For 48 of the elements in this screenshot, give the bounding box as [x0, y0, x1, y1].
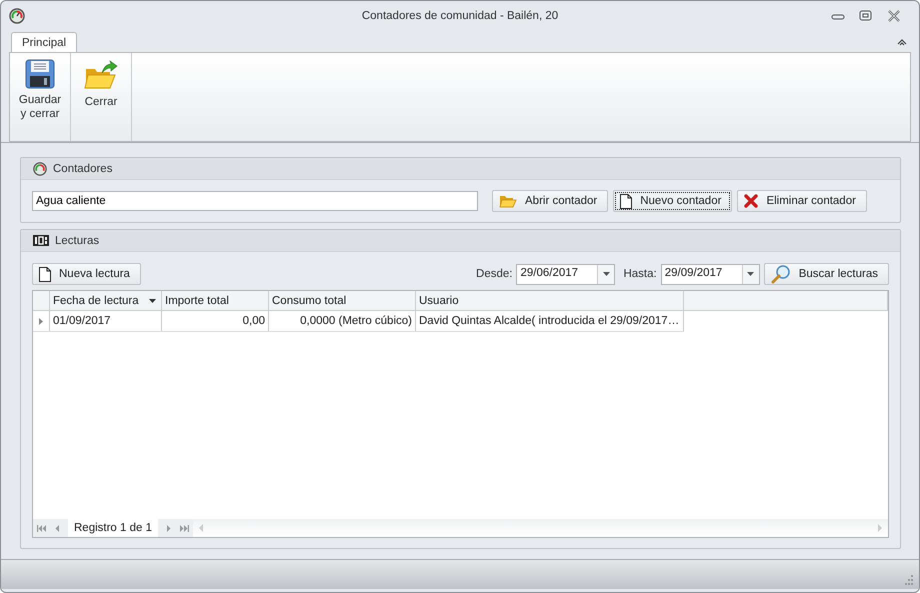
search-readings-button[interactable]: Buscar lecturas — [764, 263, 889, 285]
new-reading-button[interactable]: Nueva lectura — [32, 263, 141, 285]
table-cell: 0,00 — [162, 311, 269, 331]
delete-icon — [744, 194, 758, 208]
counter-icon — [33, 235, 49, 246]
first-record-icon[interactable] — [37, 524, 47, 532]
column-header[interactable]: Consumo total — [269, 291, 416, 310]
table-cell: 01/09/2017 — [50, 311, 162, 331]
window-title: Contadores de comunidad - Bailén, 20 — [362, 10, 558, 22]
scroll-right-icon[interactable] — [877, 524, 882, 532]
meter-name-field[interactable]: Agua caliente — [32, 191, 478, 211]
dropdown-icon[interactable] — [602, 272, 610, 276]
resize-grip-icon[interactable] — [903, 575, 913, 585]
blank-document-icon — [39, 266, 51, 282]
gauge-icon — [9, 8, 25, 24]
to-label: Hasta: — [623, 268, 657, 280]
delete-meter-button[interactable]: Eliminar contador — [737, 190, 867, 212]
column-header[interactable]: Usuario — [416, 291, 684, 310]
record-counter: Registro 1 de 1 — [68, 519, 158, 537]
from-date-field[interactable]: 29/06/2017 — [516, 264, 616, 284]
collapse-icon[interactable] — [897, 38, 907, 46]
save-and-close-button[interactable]: Guardar y cerrar — [12, 57, 68, 137]
close-icon[interactable] — [887, 10, 901, 22]
table-cell: 0,0000 (Metro cúbico) — [269, 311, 416, 331]
previous-record-icon[interactable] — [55, 524, 60, 532]
folder-icon — [499, 194, 517, 208]
search-icon — [770, 264, 791, 284]
to-date-field[interactable]: 29/09/2017 — [660, 264, 760, 284]
column-header[interactable]: Importe total — [162, 291, 269, 310]
panel-title: Lecturas — [55, 234, 100, 246]
table-cell: David Quintas Alcalde( introducida el 29/09/2017… — [416, 311, 684, 331]
dropdown-icon[interactable] — [747, 272, 754, 276]
column-header[interactable]: Fecha de lectura — [50, 291, 162, 310]
maximize-icon[interactable] — [859, 10, 873, 22]
from-label: Desde: — [476, 268, 512, 280]
panel-title: Contadores — [53, 162, 112, 174]
folder-arrow-icon — [84, 59, 118, 91]
gauge-icon — [33, 162, 47, 176]
last-record-icon[interactable] — [179, 524, 189, 532]
blank-document-icon — [620, 194, 632, 208]
scroll-left-icon[interactable] — [199, 524, 204, 532]
sort-descending-icon[interactable] — [149, 298, 156, 302]
row-indicator-icon — [39, 318, 43, 324]
new-meter-button[interactable]: Nuevo contador — [613, 190, 732, 212]
close-button[interactable]: Cerrar — [73, 57, 129, 137]
open-meter-button[interactable]: Abrir contador — [492, 190, 608, 212]
ribbon-tab[interactable]: Principal — [11, 32, 78, 52]
next-record-icon[interactable] — [166, 524, 171, 532]
